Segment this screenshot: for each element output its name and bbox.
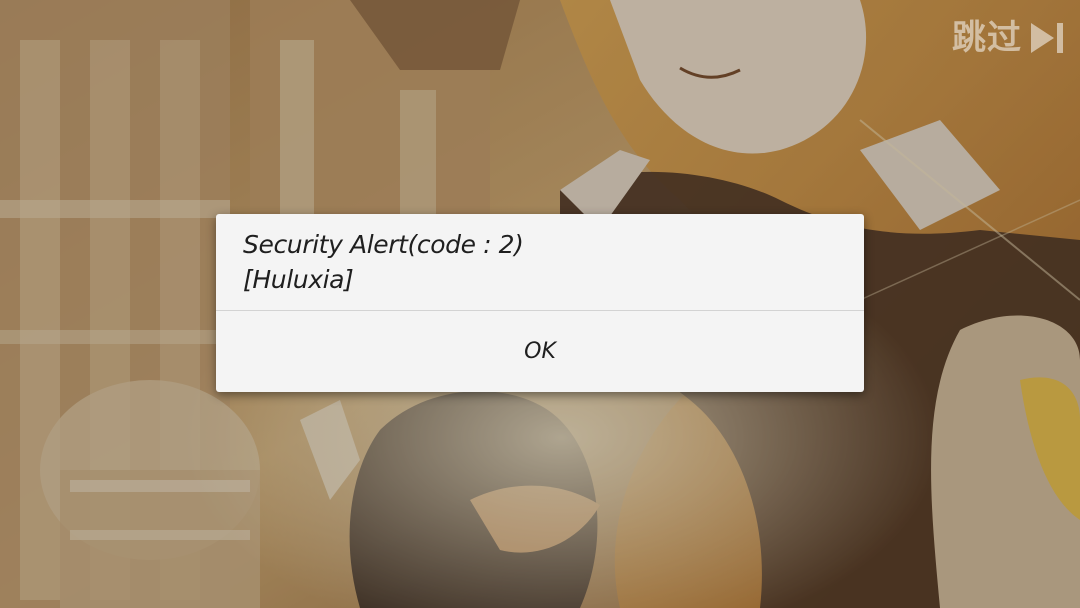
alert-source: [Huluxia] [243, 265, 354, 294]
skip-label: 跳过 [952, 18, 1022, 58]
security-alert-dialog: Security Alert(code : 2) [Huluxia] OK [216, 214, 864, 392]
ok-button[interactable]: OK [216, 311, 864, 392]
skip-forward-icon [1028, 19, 1066, 57]
game-screen: 跳过 Security Alert(code : 2) [Huluxia] OK [0, 0, 1080, 608]
dialog-message: Security Alert(code : 2) [Huluxia] [243, 227, 840, 297]
alert-title: Security Alert(code : 2) [243, 230, 524, 259]
skip-button[interactable]: 跳过 [952, 16, 1066, 60]
